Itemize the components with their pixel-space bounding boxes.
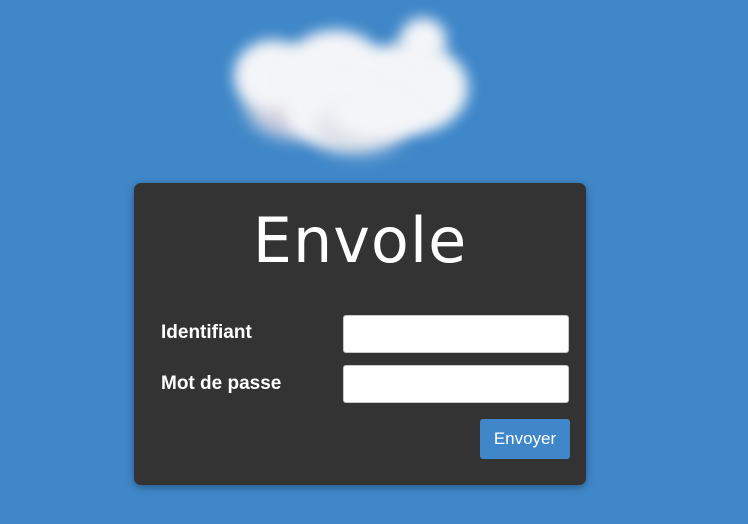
username-input[interactable] xyxy=(343,315,569,353)
username-label: Identifiant xyxy=(161,322,252,343)
submit-button[interactable]: Envoyer xyxy=(480,419,570,459)
app-title: Envole xyxy=(252,204,468,277)
login-card: Envole Identifiant Mot de passe Envoyer xyxy=(134,183,586,485)
cloud-icon xyxy=(222,14,492,164)
password-label: Mot de passe xyxy=(161,373,282,394)
login-page: Envole Identifiant Mot de passe Envoyer xyxy=(0,0,748,524)
password-input[interactable] xyxy=(343,365,569,403)
